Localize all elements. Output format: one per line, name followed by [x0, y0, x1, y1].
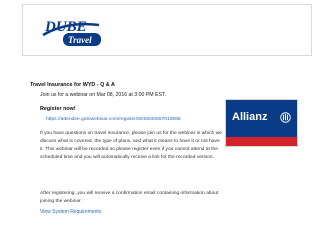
- sponsor-logo-panel: Allianz: [226, 100, 297, 137]
- register-link[interactable]: https://attendee.gotowebinar.com/registe…: [46, 117, 181, 122]
- webinar-date-text: Join us for a webinar on Mar 08, 2016 at…: [40, 92, 167, 98]
- sponsor-tagline: Global Assistance: [230, 176, 269, 181]
- logo-brand-bottom: Travel: [68, 35, 92, 45]
- email-title: Travel Insurance for WYD - Q & A: [30, 82, 115, 88]
- confirmation-info: After registering, you will receive a co…: [40, 191, 219, 205]
- sponsor-name: Allianz: [232, 111, 268, 123]
- webinar-description: If you have questions on travel insuranc…: [40, 131, 222, 161]
- allianz-eagle-icon: [280, 112, 291, 123]
- logo-brand-top: DUBE: [44, 19, 87, 35]
- dube-travel-logo-graphic: DUBE Travel: [42, 19, 101, 46]
- system-requirements-link[interactable]: View System Requirements: [40, 209, 101, 215]
- email-header: DUBE Travel: [22, 4, 312, 56]
- dube-travel-logo[interactable]: DUBE Travel: [37, 11, 109, 49]
- sponsor-logo[interactable]: Allianz Global Assistance: [225, 99, 298, 181]
- sponsor-tagline-band: Global Assistance: [226, 137, 297, 181]
- register-heading: Register now!: [40, 106, 76, 112]
